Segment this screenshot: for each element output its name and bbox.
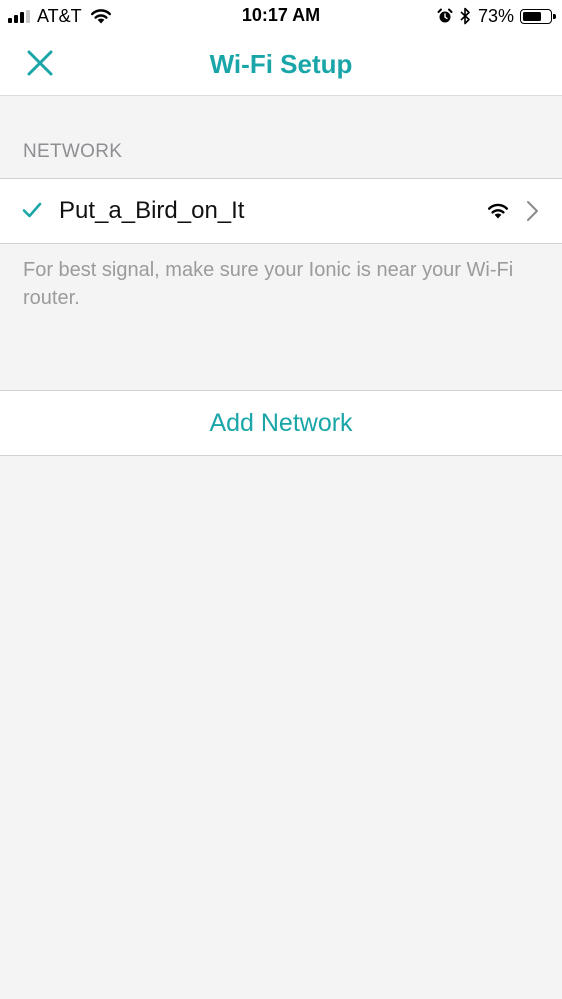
battery-fill <box>523 11 541 21</box>
network-name: Put_a_Bird_on_It <box>59 197 245 224</box>
battery-percent: 73% <box>477 5 514 26</box>
status-right: 73% <box>437 5 556 27</box>
section-header-network: NETWORK <box>23 141 123 162</box>
bluetooth-icon <box>460 7 470 25</box>
wifi-signal-icon <box>488 203 508 219</box>
alarm-icon <box>437 8 453 23</box>
nav-bar: Wi-Fi Setup <box>0 32 562 96</box>
hint-text: For best signal, make sure your Ionic is… <box>23 259 514 309</box>
network-list-item[interactable]: Put_a_Bird_on_It <box>0 178 562 244</box>
chevron-right-icon <box>527 201 538 221</box>
add-network-button[interactable]: Add Network <box>0 390 562 456</box>
battery-cap <box>553 13 556 19</box>
status-bar: AT&T 10:17 AM 73% <box>0 0 562 32</box>
page-title: Wi-Fi Setup <box>209 49 353 79</box>
battery-icon <box>520 8 556 24</box>
checkmark-icon <box>22 202 42 218</box>
